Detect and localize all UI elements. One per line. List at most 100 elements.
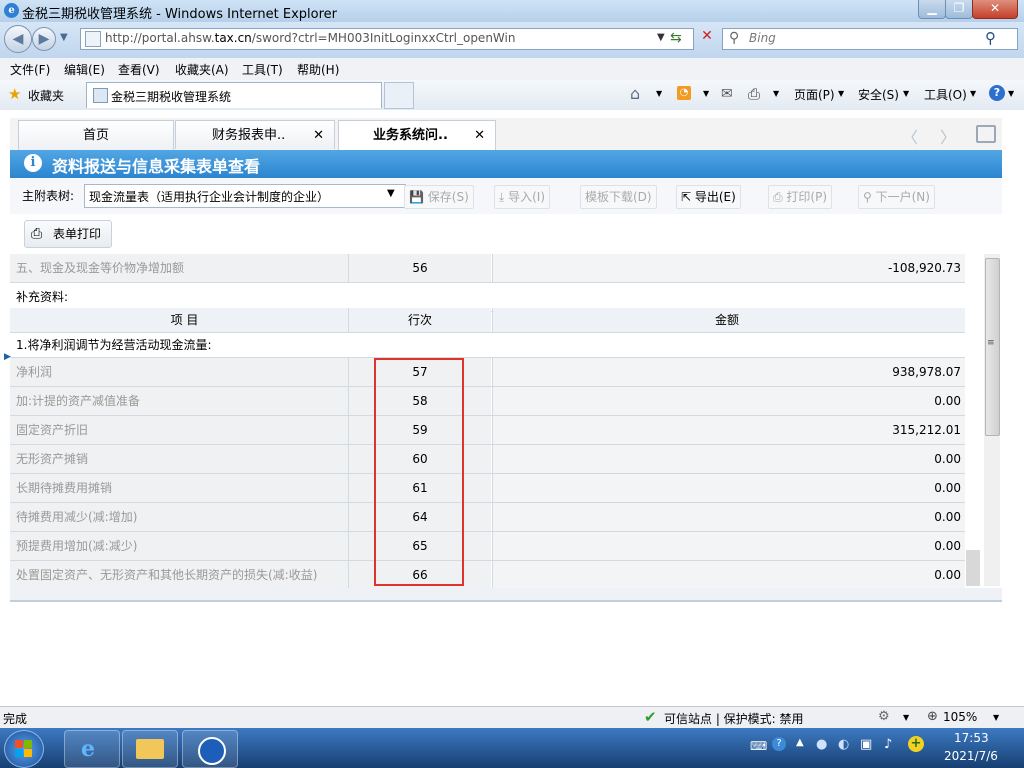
safety-menu-chevron-icon: ▼ — [903, 89, 910, 98]
taskbar-ie-icon[interactable]: e — [64, 730, 120, 768]
tab-business-system[interactable]: 业务系统问.. ✕ — [338, 120, 496, 150]
browser-tab-active[interactable]: 金税三期税收管理系统 — [86, 82, 382, 108]
trusted-site-status[interactable]: 可信站点 | 保护模式: 禁用 — [664, 710, 804, 727]
tray-network-share-icon[interactable]: ● — [816, 737, 827, 752]
popup-dropdown-icon[interactable]: ▼ — [903, 713, 909, 722]
menu-view[interactable]: 查看(V) — [118, 61, 160, 78]
menu-file[interactable]: 文件(F) — [10, 61, 50, 78]
menu-help[interactable]: 帮助(H) — [297, 61, 339, 78]
tools-menu-chevron-icon: ▼ — [970, 89, 977, 98]
favorites-star-icon[interactable]: ★ — [8, 85, 21, 103]
template-download-button[interactable]: 模板下载(D) — [580, 185, 657, 209]
tab-list-icon[interactable] — [976, 125, 996, 143]
print-dropdown-icon[interactable]: ▼ — [773, 89, 779, 98]
stop-icon[interactable]: ✕ — [698, 28, 716, 46]
tab-business-system-close-icon[interactable]: ✕ — [474, 121, 485, 150]
row-item: 处置固定资产、无形资产和其他长期资产的损失(减:收益) — [10, 561, 353, 588]
window-title-bar: e 金税三期税收管理系统 - Windows Internet Explorer… — [0, 0, 1024, 22]
row-amount[interactable]: 0.00 — [492, 503, 965, 531]
tray-plus-icon[interactable]: + — [908, 736, 924, 752]
address-input[interactable]: http://portal.ahsw.tax.cn/sword?ctrl=MH0… — [80, 28, 694, 50]
forward-button[interactable]: ▶ — [32, 27, 56, 51]
row-item: 五、现金及现金等价物净增加额 — [10, 254, 353, 282]
taskbar-app-icon[interactable] — [182, 730, 238, 768]
inner-scrollbar-thumb[interactable] — [966, 550, 980, 586]
tray-expand-icon[interactable]: ▲ — [796, 737, 804, 748]
tray-app-icon[interactable]: ◐ — [838, 737, 849, 752]
url-domain: tax.cn — [214, 31, 252, 45]
menu-bar: 文件(F) 编辑(E) 查看(V) 收藏夹(A) 工具(T) 帮助(H) — [0, 58, 1024, 81]
tray-help-icon[interactable]: ? — [772, 737, 786, 751]
tab-scroll-left-icon[interactable]: 〈 — [902, 124, 918, 148]
safety-menu[interactable]: 安全(S) — [858, 86, 899, 103]
feeds-dropdown-icon[interactable]: ▼ — [703, 89, 709, 98]
row-amount[interactable]: 0.00 — [492, 474, 965, 502]
menu-tools[interactable]: 工具(T) — [242, 61, 283, 78]
line-number-highlight — [374, 358, 464, 586]
menu-favorites[interactable]: 收藏夹(A) — [175, 61, 229, 78]
row-amount[interactable]: 315,212.01 — [492, 416, 965, 444]
main-table-label: 主附表树: — [22, 189, 75, 203]
zoom-level[interactable]: 105% — [943, 710, 977, 724]
table-select[interactable]: 现金流量表（适用执行企业会计制度的企业） ▼ — [84, 184, 406, 208]
next-user-button[interactable]: ⚲ 下一户(N) — [858, 185, 935, 209]
row-amount[interactable]: 0.00 — [492, 387, 965, 415]
grid-header-row: 项 目 行次 金额 — [10, 308, 965, 333]
tab-scroll-right-icon[interactable]: 〉 — [940, 124, 956, 148]
help-icon[interactable]: ? — [989, 85, 1005, 101]
browser-tab-title: 金税三期税收管理系统 — [111, 90, 232, 104]
home-icon[interactable]: ⌂ — [630, 84, 640, 103]
address-dropdown-icon[interactable]: ▼ — [657, 32, 665, 43]
import-button[interactable]: ⤓ 导入(I) — [494, 185, 551, 209]
page-icon — [85, 31, 101, 47]
popup-settings-icon[interactable]: ⚙ — [878, 709, 890, 724]
row-amount[interactable]: -108,920.73 — [492, 254, 965, 282]
form-toolbar: 主附表树: 现金流量表（适用执行企业会计制度的企业） ▼ 💾 保存(S) ⤓ 导… — [10, 178, 1002, 214]
tools-menu[interactable]: 工具(O) — [924, 86, 967, 103]
tab-financial-report[interactable]: 财务报表申.. ✕ — [175, 120, 335, 149]
row-amount[interactable]: 938,978.07 — [492, 358, 965, 386]
tab-financial-report-close-icon[interactable]: ✕ — [313, 121, 324, 150]
section-row: 1.将净利润调节为经营活动现金流量: — [10, 333, 971, 358]
read-mail-icon[interactable]: ✉ — [721, 86, 733, 102]
row-amount[interactable]: 0.00 — [492, 445, 965, 473]
start-button[interactable] — [4, 730, 44, 768]
rss-feed-icon[interactable]: ◔ — [677, 86, 691, 100]
panel-title: 资料报送与信息采集表单查看 — [52, 157, 261, 176]
home-dropdown-icon[interactable]: ▼ — [656, 89, 662, 98]
save-button[interactable]: 💾 保存(S) — [404, 185, 474, 209]
row-amount[interactable]: 0.00 — [492, 532, 965, 560]
url-suffix: /sword?ctrl=MH003InitLoginxxCtrl_openWin — [251, 31, 516, 45]
print-icon[interactable]: ⎙ — [748, 85, 760, 103]
info-icon: i — [24, 154, 42, 172]
close-window-button[interactable]: ✕ — [972, 0, 1018, 19]
header-item: 项 目 — [10, 308, 353, 332]
clock-date[interactable]: 2021/7/6 — [944, 749, 998, 763]
search-input[interactable]: ⚲ Bing ⚲ — [722, 28, 1018, 50]
tab-home[interactable]: 首页 — [18, 120, 174, 150]
row-amount[interactable]: 0.00 — [492, 561, 965, 588]
outer-vertical-scrollbar[interactable]: ≡ — [984, 254, 1000, 586]
row-line: 56 — [348, 254, 491, 282]
refresh-icon[interactable]: ⇆ — [670, 30, 682, 46]
page-menu[interactable]: 页面(P) — [794, 86, 835, 103]
tray-network-icon[interactable]: ▣ — [860, 737, 872, 752]
taskbar-explorer-icon[interactable] — [122, 730, 178, 768]
menu-edit[interactable]: 编辑(E) — [64, 61, 105, 78]
back-button[interactable]: ◀ — [4, 25, 32, 53]
export-button[interactable]: ⇱ 导出(E) — [676, 185, 741, 209]
new-tab-button[interactable] — [384, 82, 414, 109]
recent-pages-chevron-icon[interactable]: ▼ — [60, 32, 68, 43]
table-row: 无形资产摊销 60 0.00 — [10, 445, 965, 474]
zoom-dropdown-icon[interactable]: ▼ — [993, 713, 999, 722]
favorites-label[interactable]: 收藏夹 — [28, 87, 64, 104]
print-button[interactable]: ⎙ 打印(P) — [768, 185, 833, 209]
form-print-button[interactable]: ⎙ 表单打印 — [24, 220, 112, 248]
search-go-icon[interactable]: ⚲ — [985, 29, 996, 47]
tray-keyboard-icon[interactable]: ⌨ — [750, 739, 767, 753]
restore-button[interactable]: ❐ — [945, 0, 973, 19]
help-dropdown-icon[interactable]: ▼ — [1008, 89, 1014, 98]
clock-time[interactable]: 17:53 — [954, 731, 989, 745]
minimize-button[interactable]: ▁ — [918, 0, 946, 19]
tray-volume-icon[interactable]: ♪ — [884, 737, 892, 752]
